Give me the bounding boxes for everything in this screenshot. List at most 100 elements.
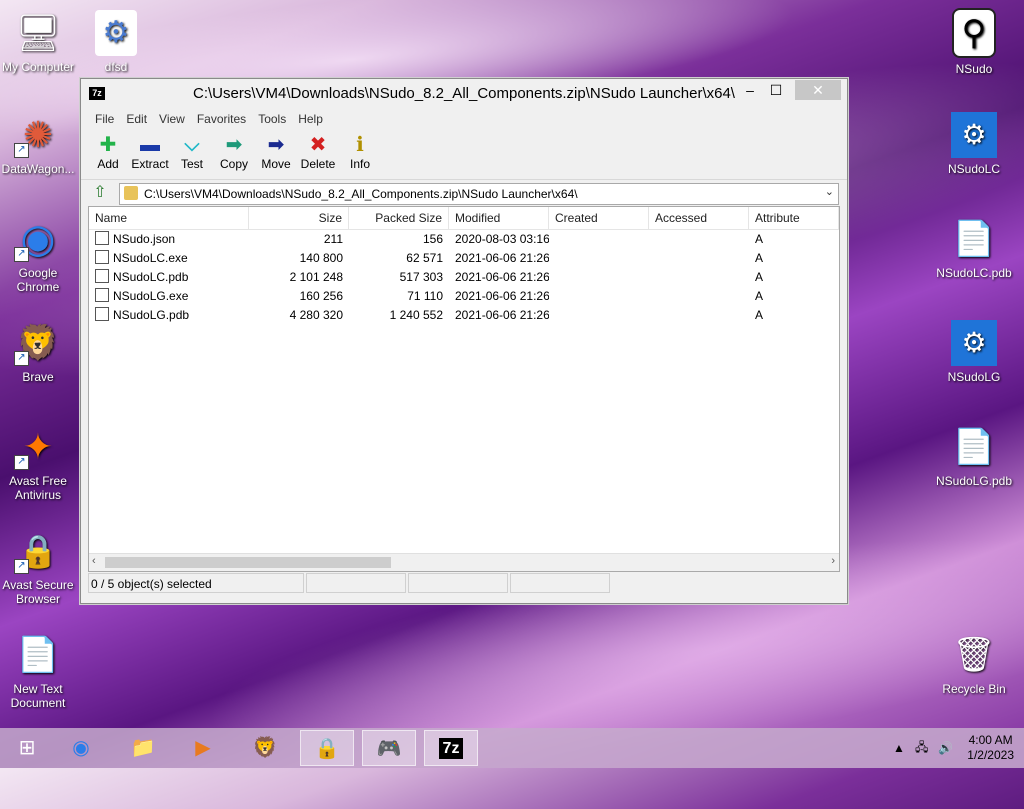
column-attribute[interactable]: Attribute: [749, 207, 839, 229]
test-button[interactable]: ⌵ Test: [171, 129, 213, 179]
volume-icon[interactable]: 🔊: [938, 741, 953, 755]
recycle-bin-icon: 🗑: [952, 636, 996, 674]
desktop-icon-nsudolc-pdb[interactable]: 📄 NSudoLC.pdb: [932, 216, 1016, 280]
file-row[interactable]: NSudoLG.pdb 4 280 320 1 240 552 2021-06-…: [89, 306, 839, 325]
add-button[interactable]: ✚ Add: [87, 129, 129, 179]
text-document-icon: 📄: [16, 636, 60, 674]
move-button[interactable]: ➡ Move: [255, 129, 297, 179]
desktop-icon-label: Recycle Bin: [942, 682, 1006, 696]
file-size: 4 280 320: [289, 308, 343, 322]
computer-icon: 🖥: [15, 12, 61, 53]
delete-x-icon: ✖: [309, 134, 327, 156]
close-button[interactable]: ✕: [795, 80, 841, 100]
desktop-icon-google-chrome[interactable]: ◉ ↗ Google Chrome: [0, 216, 80, 294]
column-name[interactable]: Name: [89, 207, 249, 229]
desktop-icon-nsudolc[interactable]: ⚙ NSudoLC: [932, 112, 1016, 176]
desktop-icon-nsudolg[interactable]: ⚙ NSudoLG: [932, 320, 1016, 384]
delete-button[interactable]: ✖ Delete: [297, 129, 339, 179]
column-packed-size[interactable]: Packed Size: [349, 207, 449, 229]
menu-view[interactable]: View: [153, 109, 191, 129]
file-attribute: A: [755, 251, 764, 265]
column-modified[interactable]: Modified: [449, 207, 549, 229]
copy-button[interactable]: ➡ Copy: [213, 129, 255, 179]
menu-file[interactable]: File: [89, 109, 120, 129]
desktop-icon-dfsd[interactable]: ⚙ dfsd: [74, 10, 158, 74]
file-icon: [95, 307, 109, 321]
taskbar-7zip-icon[interactable]: 7z: [424, 730, 478, 766]
file-name: NSudoLC.pdb: [113, 270, 189, 284]
up-folder-icon[interactable]: ⇧: [91, 184, 109, 202]
file-created: [549, 230, 649, 249]
taskbar-file-explorer-icon[interactable]: 📁: [116, 730, 170, 766]
show-hidden-icons-icon[interactable]: ▲: [893, 741, 905, 755]
extract-button[interactable]: ▬ Extract: [129, 129, 171, 179]
taskbar-brave-icon[interactable]: 🦁: [238, 730, 292, 766]
minimize-button[interactable]: ‒: [737, 80, 763, 100]
taskbar-chrome-icon[interactable]: ◉: [54, 730, 108, 766]
move-arrow-icon: ➡: [267, 134, 285, 156]
menu-help[interactable]: Help: [292, 109, 329, 129]
clock-time: 4:00 AM: [968, 733, 1013, 747]
scrollbar-thumb[interactable]: [105, 557, 391, 568]
taskbar-avast-browser-icon[interactable]: 🔒: [300, 730, 354, 766]
start-button[interactable]: ⊞: [0, 730, 54, 766]
menu-edit[interactable]: Edit: [120, 109, 153, 129]
file-name: NSudoLG.exe: [113, 289, 189, 303]
taskbar-media-player-icon[interactable]: ▶: [176, 730, 230, 766]
file-row[interactable]: NSudoLC.exe 140 800 62 571 2021-06-06 21…: [89, 249, 839, 268]
move-label: Move: [261, 157, 291, 171]
chevron-down-icon[interactable]: ⌄: [825, 185, 834, 198]
7zip-logo: 7z: [438, 738, 464, 759]
desktop-icon-my-computer[interactable]: 🖥 My Computer: [0, 10, 80, 74]
window-titlebar[interactable]: 7z C:\Users\VM4\Downloads\NSudo_8.2_All_…: [81, 79, 847, 109]
desktop-icon-brave[interactable]: 🦁 ↗ Brave: [0, 320, 80, 384]
file-row[interactable]: NSudo.json 211 156 2020-08-03 03:16 A: [89, 230, 839, 249]
maximize-button[interactable]: ☐: [763, 80, 789, 100]
desktop-icon-avast-secure-browser[interactable]: 🔒 ↗ Avast Secure Browser: [0, 528, 80, 606]
system-tray: ▲ 🖧 🔊 4:00 AM 1/2/2023: [883, 728, 1014, 768]
add-label: Add: [97, 157, 119, 171]
column-size[interactable]: Size: [249, 207, 349, 229]
menu-favorites[interactable]: Favorites: [191, 109, 252, 129]
folder-icon: [124, 186, 138, 200]
column-accessed[interactable]: Accessed: [649, 207, 749, 229]
desktop-icon-avast-free-antivirus[interactable]: ✦ ↗ Avast Free Antivirus: [0, 424, 80, 502]
file-created: [549, 268, 649, 287]
test-label: Test: [180, 157, 203, 171]
desktop-icon-nsudo[interactable]: ⚲ NSudo: [932, 8, 1016, 76]
file-attribute: A: [755, 308, 764, 322]
taskbar-xbox-icon[interactable]: 🎮: [362, 730, 416, 766]
toolbar: ✚ Add ▬ Extract ⌵ Test ➡ Copy ➡ Move ✖ D…: [81, 129, 847, 180]
shortcut-arrow-icon: ↗: [14, 247, 29, 262]
desktop-icon-datawagon[interactable]: ✺ ↗ DataWagon...: [0, 112, 80, 176]
info-button[interactable]: ℹ Info: [339, 129, 381, 179]
horizontal-scrollbar[interactable]: ‹ ›: [89, 553, 839, 571]
scroll-left-icon[interactable]: ‹: [92, 555, 96, 567]
file-attribute: A: [755, 270, 764, 284]
network-icon[interactable]: 🖧: [915, 738, 928, 759]
file-row[interactable]: NSudoLG.exe 160 256 71 110 2021-06-06 21…: [89, 287, 839, 306]
file-packed-size: 71 110: [407, 289, 443, 303]
column-created[interactable]: Created: [549, 207, 649, 229]
scroll-right-icon[interactable]: ›: [831, 555, 835, 567]
desktop-icon-recycle-bin[interactable]: 🗑 Recycle Bin: [932, 632, 1016, 696]
address-field[interactable]: C:\Users\VM4\Downloads\NSudo_8.2_All_Com…: [119, 183, 839, 205]
checkmark-icon: ⌵: [184, 134, 200, 156]
menu-tools[interactable]: Tools: [252, 109, 292, 129]
status-selection: 0 / 5 object(s) selected: [88, 573, 304, 593]
file-modified: 2020-08-03 03:16: [455, 232, 549, 246]
desktop-icon-new-text-document[interactable]: 📄 New Text Document: [0, 632, 80, 710]
file-attribute: A: [755, 289, 764, 303]
delete-label: Delete: [300, 157, 336, 171]
desktop-icon-label: DataWagon...: [1, 162, 75, 176]
desktop-icon-label: New Text Document: [10, 682, 66, 710]
app-window-icon: ⚙: [951, 112, 997, 158]
extract-label: Extract: [131, 157, 169, 171]
brave-icon: 🦁 ↗: [14, 320, 62, 366]
copy-label: Copy: [219, 157, 248, 171]
menu-bar: File Edit View Favorites Tools Help: [81, 109, 847, 129]
file-row[interactable]: NSudoLC.pdb 2 101 248 517 303 2021-06-06…: [89, 268, 839, 287]
exe-file-icon: [95, 250, 109, 264]
clock[interactable]: 4:00 AM 1/2/2023: [967, 733, 1014, 763]
desktop-icon-nsudolg-pdb[interactable]: 📄 NSudoLG.pdb: [932, 424, 1016, 488]
